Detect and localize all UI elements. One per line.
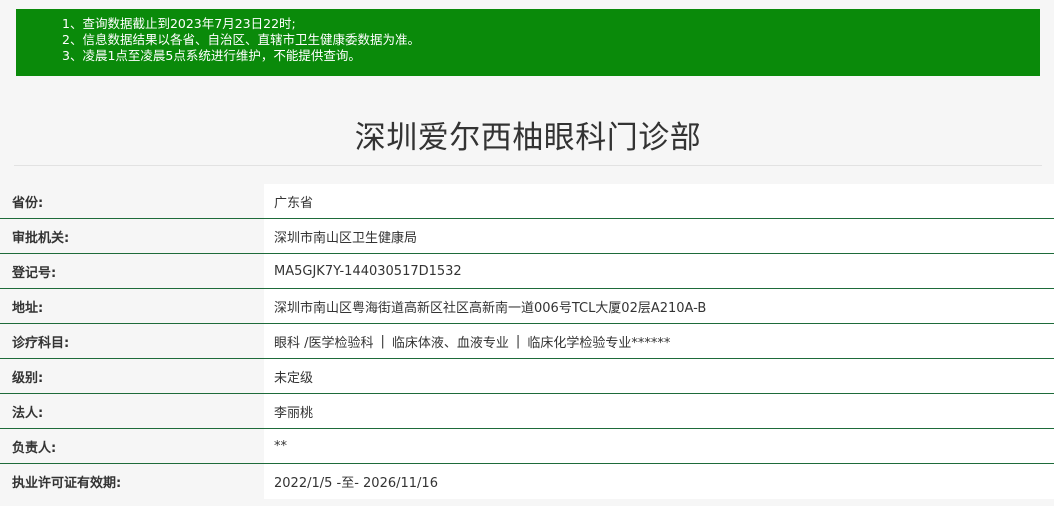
table-row-province: 省份: 广东省	[0, 184, 1054, 219]
row-label: 执业许可证有效期:	[12, 476, 122, 491]
row-label: 审批机关:	[12, 230, 70, 246]
title-divider	[14, 165, 1042, 166]
department-item: 眼科 /医学检验科	[274, 335, 374, 351]
table-row-license-validity: 执业许可证有效期: 2022/1/5 -至- 2026/11/16	[0, 464, 1054, 499]
row-label: 诊疗科目:	[12, 335, 70, 351]
table-row-departments: 诊疗科目: 眼科 /医学检验科 | 临床体液、血液专业 | 临床化学检验专业**…	[0, 324, 1054, 359]
row-value: 李丽桃	[264, 394, 1054, 428]
table-row-legal-person: 法人: 李丽桃	[0, 394, 1054, 429]
department-item: 临床化学检验专业******	[527, 335, 671, 351]
row-label: 负责人:	[12, 440, 57, 456]
row-value: MA5GJK7Y-144030517D1532	[264, 254, 1054, 288]
row-value: 2022/1/5 -至- 2026/11/16	[264, 464, 1054, 499]
page-title: 深圳爱尔西柚眼科门诊部	[354, 120, 702, 156]
title-area: 深圳爱尔西柚眼科门诊部	[14, 100, 1042, 157]
table-row-level: 级别: 未定级	[0, 359, 1054, 394]
row-value: **	[264, 429, 1054, 463]
notice-banner: 1、查询数据截止到2023年7月23日22时; 2、信息数据结果以各省、自治区、…	[16, 9, 1040, 76]
row-label: 地址:	[12, 300, 44, 316]
department-item: 临床体液、血液专业	[391, 335, 509, 351]
row-value: 未定级	[264, 359, 1054, 393]
separator: |	[380, 333, 385, 349]
table-row-approval-authority: 审批机关: 深圳市南山区卫生健康局	[0, 219, 1054, 254]
row-value: 深圳市南山区卫生健康局	[264, 219, 1054, 253]
notice-line: 3、凌晨1点至凌晨5点系统进行维护，不能提供查询。	[62, 48, 361, 63]
table-row-registration-number: 登记号: MA5GJK7Y-144030517D1532	[0, 254, 1054, 289]
notice-line: 1、查询数据截止到2023年7月23日22时;	[62, 16, 296, 31]
separator: |	[515, 333, 521, 349]
row-value: 深圳市南山区粤海街道高新区社区高新南一道006号TCL大厦02层A210A-B	[264, 289, 1054, 323]
row-value: 广东省	[264, 184, 1054, 218]
table-row-address: 地址: 深圳市南山区粤海街道高新区社区高新南一道006号TCL大厦02层A210…	[0, 289, 1054, 324]
row-label: 级别:	[12, 370, 44, 386]
table-row-person-in-charge: 负责人: **	[0, 429, 1054, 464]
notice-line: 2、信息数据结果以各省、自治区、直辖市卫生健康委数据为准。	[62, 32, 420, 47]
row-value: 眼科 /医学检验科 | 临床体液、血液专业 | 临床化学检验专业******	[264, 324, 1054, 358]
row-label: 省份:	[12, 195, 44, 211]
row-label: 登记号:	[12, 265, 57, 281]
info-table: 省份: 广东省 审批机关: 深圳市南山区卫生健康局 登记号: MA5GJK7Y-…	[0, 184, 1054, 499]
row-label: 法人:	[12, 405, 44, 421]
